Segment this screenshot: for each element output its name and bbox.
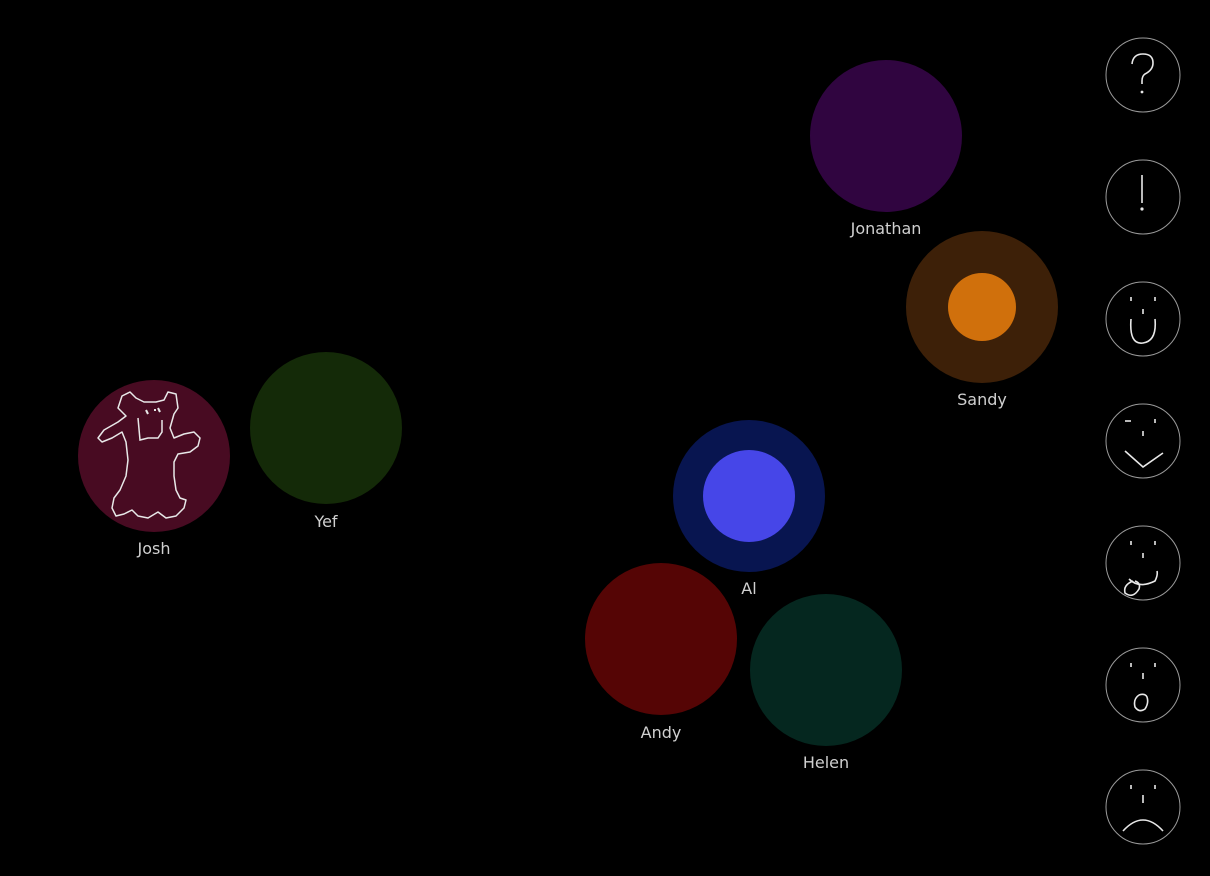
question-button[interactable] bbox=[1105, 37, 1181, 113]
wink-icon bbox=[1105, 403, 1181, 479]
tongue-out-icon bbox=[1105, 525, 1181, 601]
avatar-helen[interactable] bbox=[750, 594, 902, 746]
question-mark-icon bbox=[1105, 37, 1181, 113]
name-label-helen: Helen bbox=[802, 753, 850, 772]
avatar-josh[interactable] bbox=[78, 380, 230, 532]
smiley-icon bbox=[1105, 281, 1181, 357]
sad-button[interactable] bbox=[1105, 769, 1181, 845]
tongue-button[interactable] bbox=[1105, 525, 1181, 601]
avatar-jonathan[interactable] bbox=[810, 60, 962, 212]
chat-space: Jonathan Sandy Josh Yef Al Andy Helen bbox=[0, 0, 1210, 876]
happy-button[interactable] bbox=[1105, 281, 1181, 357]
name-label-sandy: Sandy bbox=[957, 390, 1007, 409]
speaking-indicator bbox=[948, 273, 1016, 341]
avatar-yef[interactable] bbox=[250, 352, 402, 504]
surprised-button[interactable] bbox=[1105, 647, 1181, 723]
avatar-al[interactable] bbox=[673, 420, 825, 572]
frown-icon bbox=[1105, 769, 1181, 845]
bear-doodle-icon bbox=[97, 391, 201, 519]
avatar-sandy[interactable] bbox=[906, 231, 1058, 383]
exclaim-button[interactable] bbox=[1105, 159, 1181, 235]
avatar-andy[interactable] bbox=[585, 563, 737, 715]
name-label-yef: Yef bbox=[314, 512, 338, 531]
name-label-josh: Josh bbox=[137, 539, 171, 558]
name-label-jonathan: Jonathan bbox=[850, 219, 922, 238]
exclamation-icon bbox=[1105, 159, 1181, 235]
wink-button[interactable] bbox=[1105, 403, 1181, 479]
surprised-icon bbox=[1105, 647, 1181, 723]
speaking-indicator bbox=[703, 450, 795, 542]
name-label-andy: Andy bbox=[640, 723, 682, 742]
